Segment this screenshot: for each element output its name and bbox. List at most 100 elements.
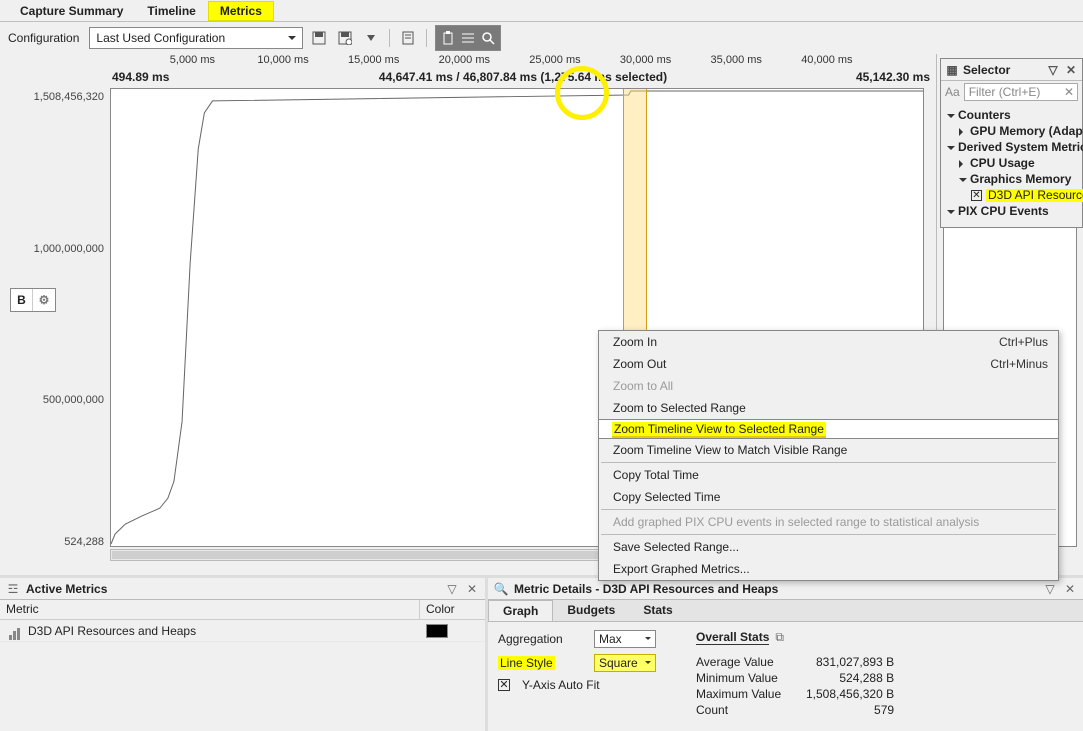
menu-export-metrics[interactable]: Export Graphed Metrics... [599, 558, 1058, 580]
close-icon[interactable]: ✕ [465, 582, 479, 596]
tree-graphics-memory[interactable]: Graphics Memory [947, 171, 1080, 187]
autofit-checkbox[interactable]: ✕ [498, 679, 510, 691]
ruler-tick: 40,000 ms [801, 54, 852, 66]
selector-header: ▦ Selector ▽ ✕ [941, 59, 1082, 81]
range-readout: 494.89 ms 44,647.41 ms / 46,807.84 ms (1… [112, 70, 934, 86]
bottom-panels: ☲ Active Metrics ▽ ✕ Metric Color D3D AP… [0, 575, 1083, 731]
stat-value: 524,288 B [806, 671, 894, 685]
active-metrics-title: Active Metrics [26, 582, 107, 596]
chart-icon [8, 627, 22, 644]
active-metrics-panel: ☲ Active Metrics ▽ ✕ Metric Color D3D AP… [0, 578, 485, 731]
menu-zoom-selected[interactable]: Zoom to Selected Range [599, 397, 1058, 419]
table-row[interactable]: D3D API Resources and Heaps [0, 620, 485, 642]
graph-settings: Aggregation Max Line Style Square ✕ Y-Ax… [498, 630, 656, 723]
list-icon[interactable] [458, 28, 478, 48]
ruler-tick: 35,000 ms [711, 54, 762, 66]
metric-details-body: Aggregation Max Line Style Square ✕ Y-Ax… [488, 622, 1083, 731]
tab-timeline[interactable]: Timeline [135, 1, 207, 21]
stats-grid: Average Value831,027,893 B Minimum Value… [696, 655, 894, 717]
search-icon: 🔍 [494, 582, 508, 596]
chevron-down-icon[interactable]: ▽ [1043, 582, 1057, 596]
selector-title: Selector [963, 63, 1010, 77]
metric-name: D3D API Resources and Heaps [28, 624, 196, 638]
tab-graph[interactable]: Graph [488, 600, 553, 621]
menu-zoom-timeline-match[interactable]: Zoom Timeline View to Match Visible Rang… [599, 439, 1058, 461]
stat-label: Minimum Value [696, 671, 806, 685]
config-dropdown[interactable]: Last Used Configuration [89, 27, 303, 49]
side-buttons: B ⚙ [10, 288, 56, 312]
col-color[interactable]: Color [420, 600, 485, 619]
stat-value: 1,508,456,320 B [806, 687, 894, 701]
gear-icon[interactable]: ⚙ [33, 289, 55, 311]
list-icon: ☲ [6, 582, 20, 596]
ruler-tick: 10,000 ms [257, 54, 308, 66]
range-start: 494.89 ms [112, 70, 169, 84]
match-case-icon[interactable]: Aa [945, 85, 960, 99]
tab-budgets[interactable]: Budgets [553, 600, 629, 621]
tab-capture-summary[interactable]: Capture Summary [8, 1, 135, 21]
tree-derived-metrics[interactable]: Derived System Metrics [947, 139, 1080, 155]
filter-placeholder: Filter (Ctrl+E) [969, 85, 1041, 99]
tree-d3d-api[interactable]: ✕D3D API Resources and Heaps [947, 187, 1080, 203]
stat-label: Count [696, 703, 806, 717]
y-tick: 524,288 [64, 536, 104, 548]
menu-separator [601, 462, 1056, 463]
linestyle-select[interactable]: Square [594, 654, 656, 672]
clipboard-icon[interactable] [438, 28, 458, 48]
autofit-label: Y-Axis Auto Fit [522, 678, 600, 692]
config-bar: Configuration Last Used Configuration [0, 22, 1083, 54]
color-swatch[interactable] [426, 624, 448, 638]
ruler-tick: 15,000 ms [348, 54, 399, 66]
dropdown-icon[interactable] [361, 28, 381, 48]
linestyle-row: Line Style Square [498, 654, 656, 672]
aggregation-row: Aggregation Max [498, 630, 656, 648]
ruler-tick: 20,000 ms [439, 54, 490, 66]
active-metrics-header: ☲ Active Metrics ▽ ✕ [0, 578, 485, 600]
tree-cpu-usage[interactable]: CPU Usage [947, 155, 1080, 171]
ruler-tick: 30,000 ms [620, 54, 671, 66]
overall-stats: Overall Stats⧉ Average Value831,027,893 … [696, 630, 894, 723]
config-label: Configuration [8, 31, 79, 45]
y-axis: 1,508,456,320 1,000,000,000 500,000,000 … [0, 88, 108, 547]
filter-input[interactable]: Filter (Ctrl+E)✕▾ [964, 83, 1078, 101]
menu-zoom-timeline-selected[interactable]: Zoom Timeline View to Selected Range [598, 419, 1059, 439]
save-icon[interactable] [309, 28, 329, 48]
stat-value: 831,027,893 B [806, 655, 894, 669]
col-metric[interactable]: Metric [0, 600, 420, 619]
menu-zoom-all: Zoom to All [599, 375, 1058, 397]
chevron-down-icon[interactable]: ▽ [1046, 63, 1060, 77]
chevron-down-icon[interactable]: ▽ [445, 582, 459, 596]
menu-copy-selected[interactable]: Copy Selected Time [599, 486, 1058, 508]
menu-save-range[interactable]: Save Selected Range... [599, 536, 1058, 558]
separator [426, 29, 427, 47]
context-menu: Zoom InCtrl+Plus Zoom OutCtrl+Minus Zoom… [598, 330, 1059, 581]
time-ruler: 5,000 ms 10,000 ms 15,000 ms 20,000 ms 2… [110, 54, 934, 70]
active-metrics-table-header: Metric Color [0, 600, 485, 620]
range-end: 45,142.30 ms [856, 70, 930, 84]
stat-value: 579 [806, 703, 894, 717]
close-icon[interactable]: ✕ [1063, 582, 1077, 596]
autofit-row[interactable]: ✕ Y-Axis Auto Fit [498, 678, 656, 692]
copy-icon[interactable]: ⧉ [775, 630, 784, 644]
y-tick: 1,508,456,320 [34, 91, 104, 103]
stat-label: Maximum Value [696, 687, 806, 701]
menu-separator [601, 534, 1056, 535]
aggregation-select[interactable]: Max [594, 630, 656, 648]
tree-counters[interactable]: Counters [947, 107, 1080, 123]
menu-zoom-in[interactable]: Zoom InCtrl+Plus [599, 331, 1058, 353]
tab-stats[interactable]: Stats [629, 600, 686, 621]
save-as-icon[interactable] [335, 28, 355, 48]
menu-separator [601, 509, 1056, 510]
close-icon[interactable]: ✕ [1064, 63, 1078, 77]
document-icon[interactable] [398, 28, 418, 48]
y-tick: 500,000,000 [43, 394, 104, 406]
search-icon[interactable] [478, 28, 498, 48]
config-value: Last Used Configuration [96, 31, 225, 45]
tab-metrics[interactable]: Metrics [208, 1, 274, 21]
tree-gpu-memory[interactable]: GPU Memory (Adapter #2) [947, 123, 1080, 139]
menu-copy-total[interactable]: Copy Total Time [599, 464, 1058, 486]
menu-zoom-out[interactable]: Zoom OutCtrl+Minus [599, 353, 1058, 375]
tree-pix-cpu-events[interactable]: PIX CPU Events [947, 203, 1080, 219]
clear-icon[interactable]: ✕ [1064, 85, 1074, 99]
bold-button[interactable]: B [11, 289, 33, 311]
